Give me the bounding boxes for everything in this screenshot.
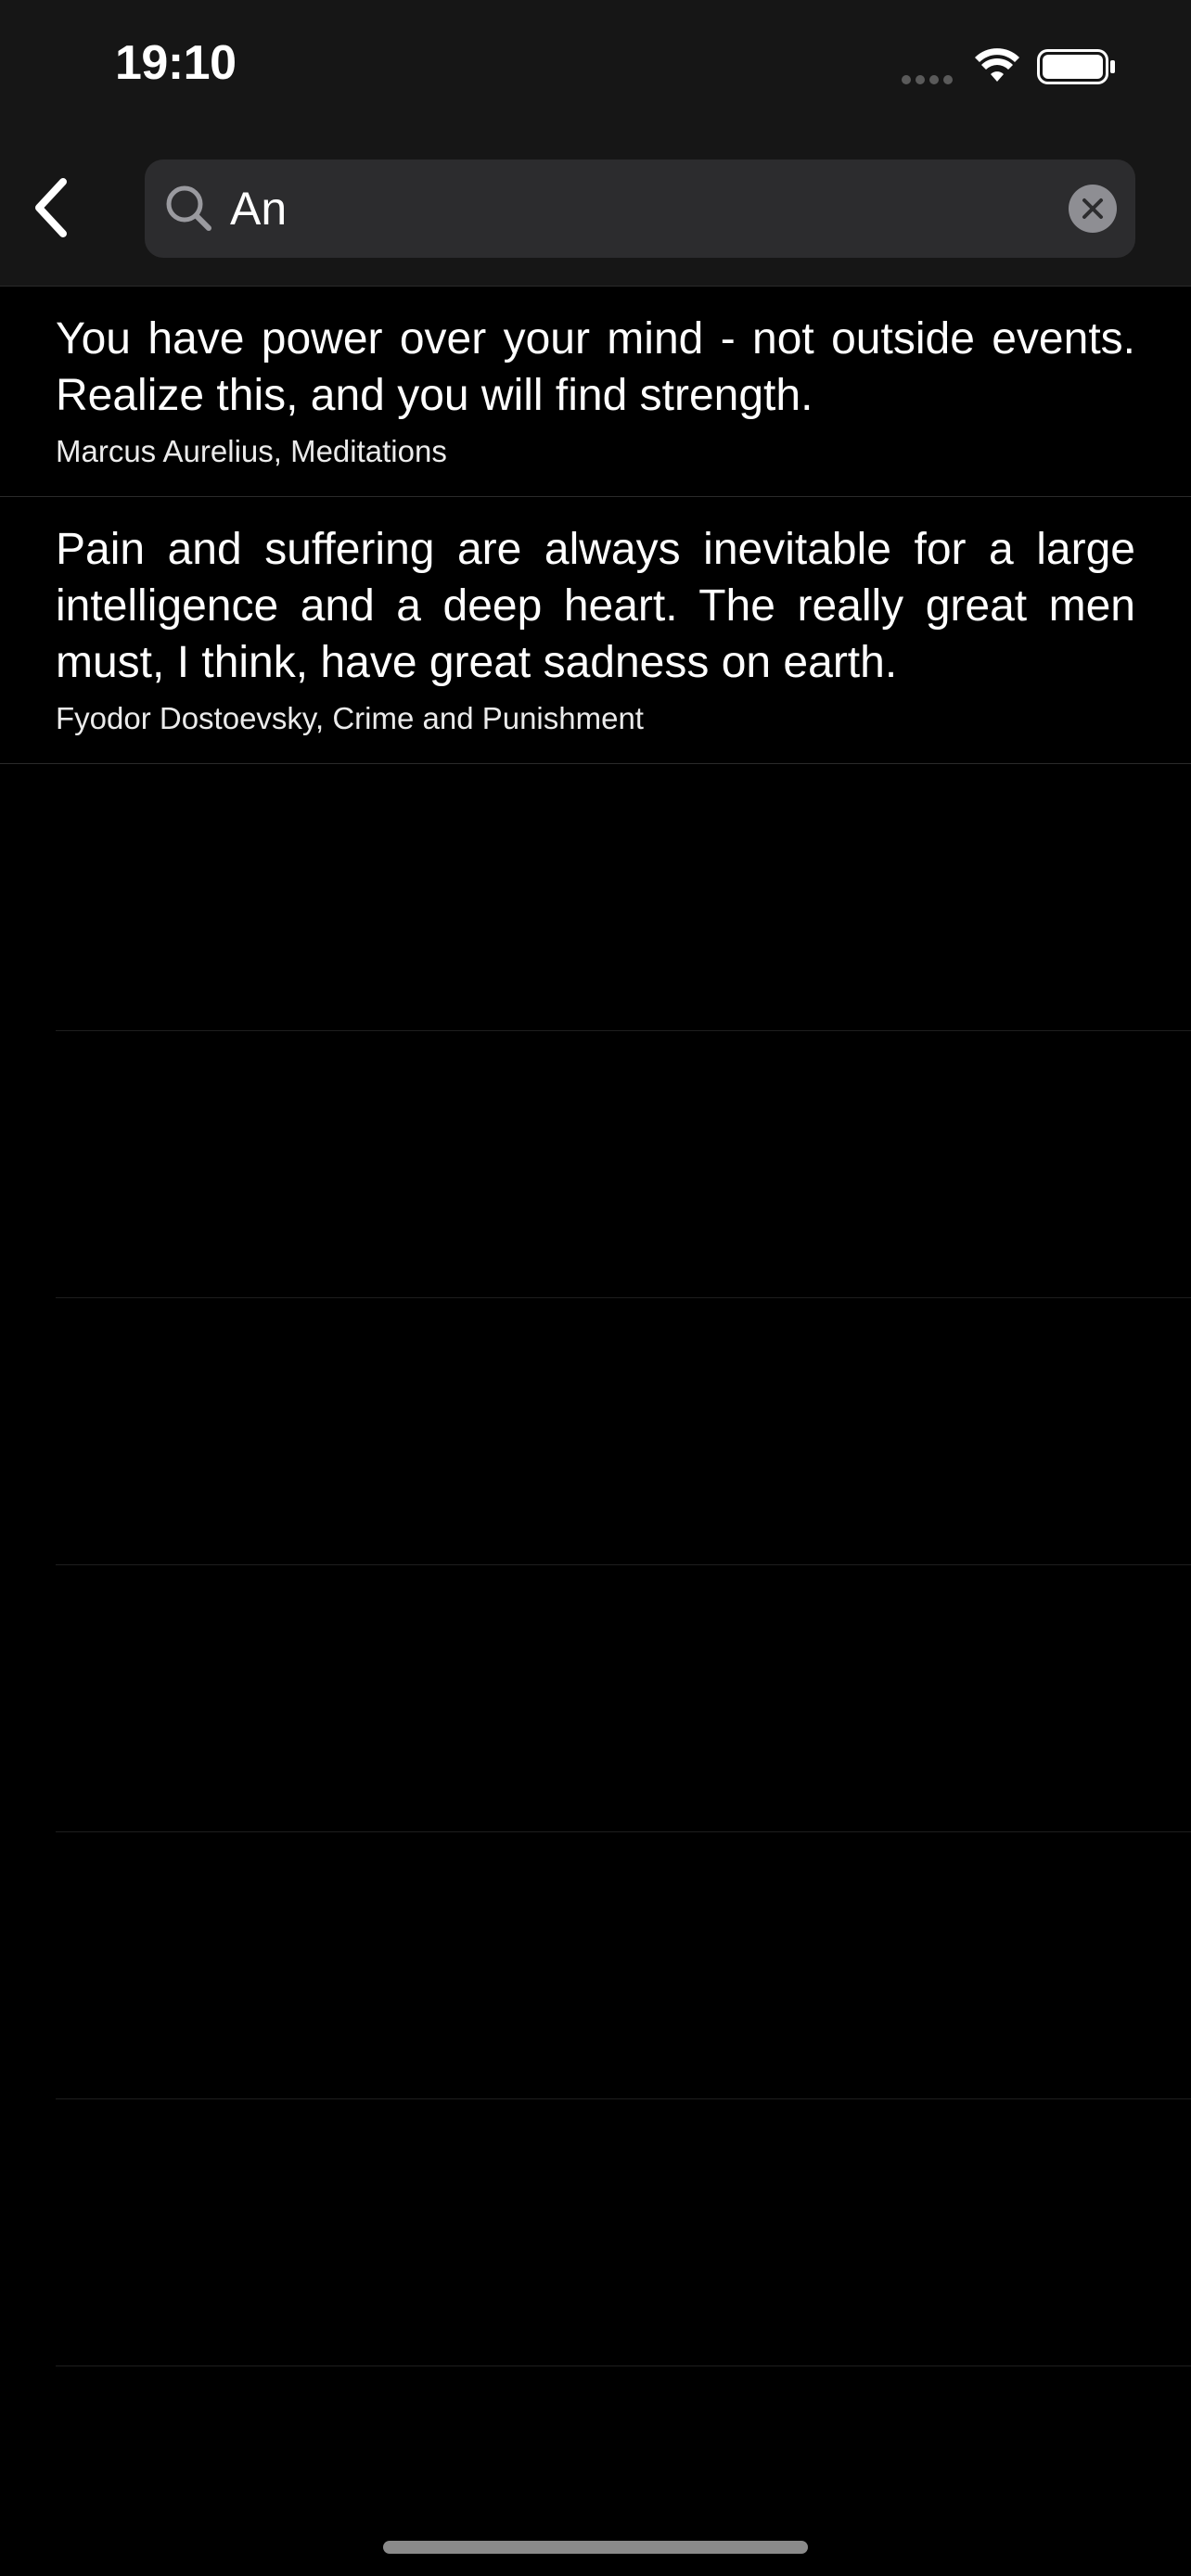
search-input[interactable]	[230, 159, 1046, 258]
battery-icon	[1037, 49, 1115, 84]
empty-row-separator	[56, 2098, 1191, 2099]
empty-row-separator	[56, 1030, 1191, 1031]
home-indicator[interactable]	[383, 2541, 808, 2554]
clear-search-button[interactable]	[1069, 185, 1117, 233]
empty-row-separator	[56, 1564, 1191, 1565]
navigation-header: 19:10	[0, 0, 1191, 287]
quote-result-item[interactable]: Pain and suffering are always inevitable…	[0, 497, 1191, 764]
close-icon	[1082, 198, 1103, 219]
quote-text: You have power over your mind - not outs…	[56, 314, 1135, 420]
chevron-left-icon	[35, 178, 67, 237]
search-bar[interactable]	[145, 159, 1135, 258]
cellular-signal-icon	[902, 72, 957, 84]
empty-row-separator	[56, 1831, 1191, 1832]
quote-result-item[interactable]: You have power over your mind - not outs…	[0, 287, 1191, 497]
empty-row-separator	[56, 1297, 1191, 1298]
search-icon	[166, 185, 211, 231]
status-time: 19:10	[115, 36, 237, 90]
quote-source: Fyodor Dostoevsky, Crime and Punishment	[56, 701, 644, 735]
back-button[interactable]	[24, 172, 80, 243]
quote-source: Marcus Aurelius, Meditations	[56, 434, 447, 468]
wifi-icon	[975, 48, 1019, 82]
search-results-list: You have power over your mind - not outs…	[0, 287, 1191, 764]
quote-text: Pain and suffering are always inevitable…	[56, 525, 1135, 687]
